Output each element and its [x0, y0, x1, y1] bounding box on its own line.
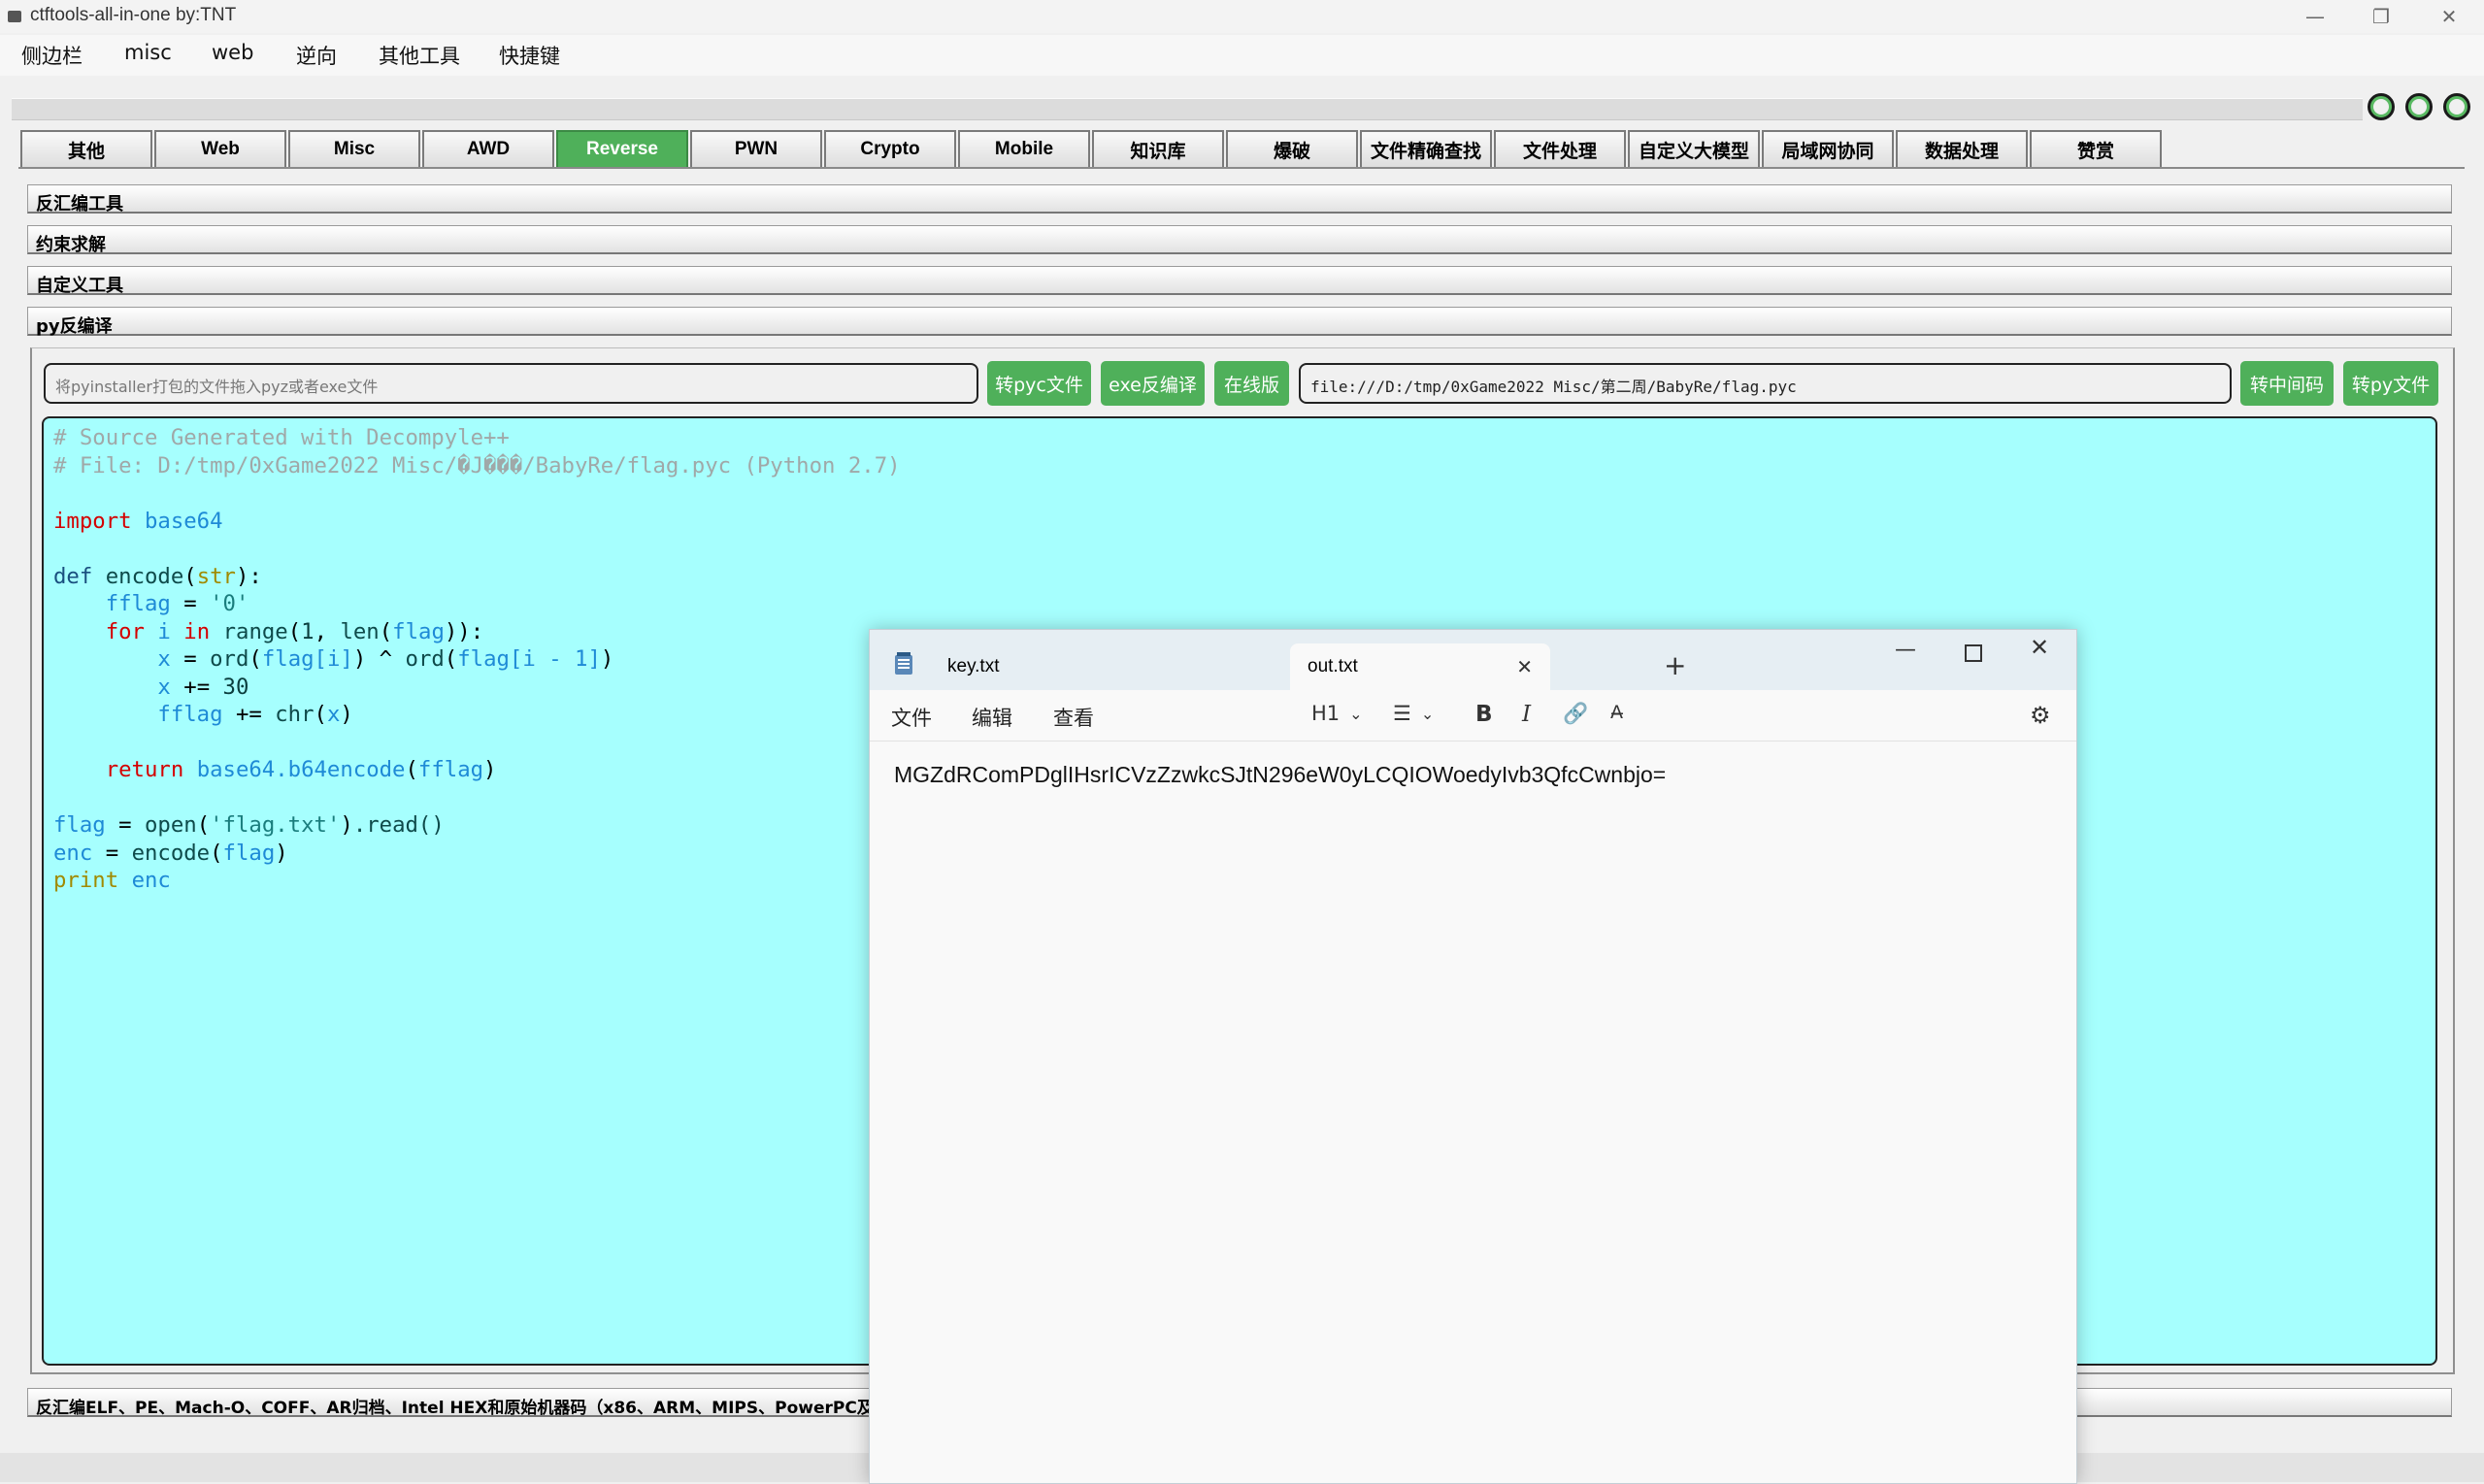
- pyinstaller-file-input[interactable]: 将pyinstaller打包的文件拖入pyz或者exe文件: [44, 363, 978, 404]
- heading-dropdown[interactable]: H1 ⌄: [1311, 702, 1363, 725]
- tab-file-search[interactable]: 文件精确查找: [1360, 130, 1492, 167]
- circle-toggle-1[interactable]: [2368, 93, 2395, 120]
- notepad-icon: [895, 652, 912, 675]
- tab-lan-collab[interactable]: 局域网协同: [1762, 130, 1894, 167]
- tab-mobile[interactable]: Mobile: [958, 130, 1090, 167]
- tab-reverse[interactable]: Reverse: [556, 130, 688, 167]
- chevron-down-icon: ⌄: [1349, 704, 1363, 723]
- to-pyc-button[interactable]: 转pyc文件: [987, 361, 1091, 406]
- list-dropdown[interactable]: ☰ ⌄: [1393, 702, 1434, 725]
- tab-crypto[interactable]: Crypto: [824, 130, 956, 167]
- notepad-menu-bar: 文件 编辑 查看 H1 ⌄ ☰ ⌄ B I 🔗 A̶ ⚙: [870, 690, 2076, 742]
- link-icon[interactable]: 🔗: [1563, 702, 1588, 726]
- tab-misc[interactable]: Misc: [288, 130, 420, 167]
- notepad-menu-edit[interactable]: 编辑: [972, 703, 1012, 732]
- menu-web[interactable]: web: [212, 41, 253, 64]
- tab-custom-llm[interactable]: 自定义大模型: [1628, 130, 1760, 167]
- title-bar: ctftools-all-in-one by:TNT — ❐ ✕: [0, 0, 2484, 33]
- decompiled-code: # Source Generated with Decompyle++ # Fi…: [53, 425, 901, 893]
- menu-shortcuts[interactable]: 快捷键: [499, 41, 560, 70]
- to-bytecode-button[interactable]: 转中间码: [2240, 361, 2334, 406]
- tab-pwn[interactable]: PWN: [690, 130, 822, 167]
- tab-donate[interactable]: 赞赏: [2030, 130, 2162, 167]
- menu-bar: 侧边栏 misc web 逆向 其他工具 快捷键: [0, 35, 2484, 76]
- tab-web[interactable]: Web: [154, 130, 286, 167]
- menu-sidebar[interactable]: 侧边栏: [21, 41, 83, 70]
- list-icon: ☰: [1393, 702, 1411, 725]
- notepad-tab-key-label: key.txt: [947, 656, 1000, 676]
- section-custom-tools[interactable]: 自定义工具: [27, 266, 2452, 296]
- chevron-down-icon: ⌄: [1420, 704, 1435, 723]
- close-button[interactable]: ✕: [2415, 0, 2483, 33]
- tab-close-icon[interactable]: ✕: [1516, 655, 1533, 679]
- restore-button[interactable]: ❐: [2347, 0, 2415, 33]
- tab-bruteforce[interactable]: 爆破: [1226, 130, 1358, 167]
- window-title: ctftools-all-in-one by:TNT: [30, 5, 237, 25]
- toolbar-strip: [12, 98, 2363, 120]
- new-tab-plus-icon[interactable]: +: [1664, 649, 1686, 681]
- online-button[interactable]: 在线版: [1214, 361, 1289, 406]
- tab-knowledge-base[interactable]: 知识库: [1092, 130, 1224, 167]
- to-py-button[interactable]: 转py文件: [2343, 361, 2438, 406]
- italic-icon[interactable]: I: [1522, 702, 1531, 727]
- notepad-menu-file[interactable]: 文件: [891, 703, 932, 732]
- tab-awd[interactable]: AWD: [422, 130, 554, 167]
- tab-underline: [18, 167, 2465, 169]
- minimize-button[interactable]: —: [2281, 0, 2349, 33]
- circle-toggle-3[interactable]: [2443, 93, 2470, 120]
- notepad-close-icon[interactable]: ✕: [2030, 634, 2049, 661]
- menu-reverse[interactable]: 逆向: [296, 41, 337, 70]
- notepad-minimize-icon[interactable]: —: [1895, 638, 1916, 662]
- notepad-tab-key[interactable]: key.txt: [947, 643, 1180, 690]
- notepad-maximize-icon[interactable]: [1965, 644, 1982, 662]
- notepad-tab-out[interactable]: out.txt ✕: [1290, 643, 1550, 690]
- notepad-content[interactable]: MGZdRComPDglIHsrICVzZzwkcSJtN296eW0yLCQI…: [894, 762, 1666, 788]
- clear-formatting-icon[interactable]: A̶: [1610, 702, 1623, 723]
- section-constraint-solver[interactable]: 约束求解: [27, 225, 2452, 255]
- circle-toggle-2[interactable]: [2405, 93, 2433, 120]
- section-disassembler[interactable]: 反汇编工具: [27, 184, 2452, 214]
- pyc-path-input[interactable]: file:///D:/tmp/0xGame2022 Misc/第二周/BabyR…: [1299, 363, 2232, 404]
- settings-gear-icon[interactable]: ⚙: [2030, 702, 2051, 729]
- tab-file-processing[interactable]: 文件处理: [1494, 130, 1626, 167]
- exe-decompile-button[interactable]: exe反编译: [1101, 361, 1205, 406]
- notepad-tab-out-label: out.txt: [1308, 656, 1358, 676]
- section-py-decompile[interactable]: py反编译: [27, 307, 2452, 337]
- tab-data-processing[interactable]: 数据处理: [1896, 130, 2028, 167]
- bold-icon[interactable]: B: [1475, 702, 1493, 727]
- notepad-window: key.txt out.txt ✕ + — ✕ 文件 编辑 查看 H1 ⌄ ☰ …: [869, 629, 2077, 1484]
- app-icon: [8, 11, 21, 22]
- tab-other[interactable]: 其他: [20, 130, 152, 167]
- notepad-title-bar: key.txt out.txt ✕ + — ✕: [870, 630, 2076, 690]
- notepad-menu-view[interactable]: 查看: [1053, 703, 1094, 732]
- heading-label: H1: [1311, 702, 1341, 725]
- menu-misc[interactable]: misc: [124, 41, 172, 64]
- menu-other-tools[interactable]: 其他工具: [379, 41, 460, 70]
